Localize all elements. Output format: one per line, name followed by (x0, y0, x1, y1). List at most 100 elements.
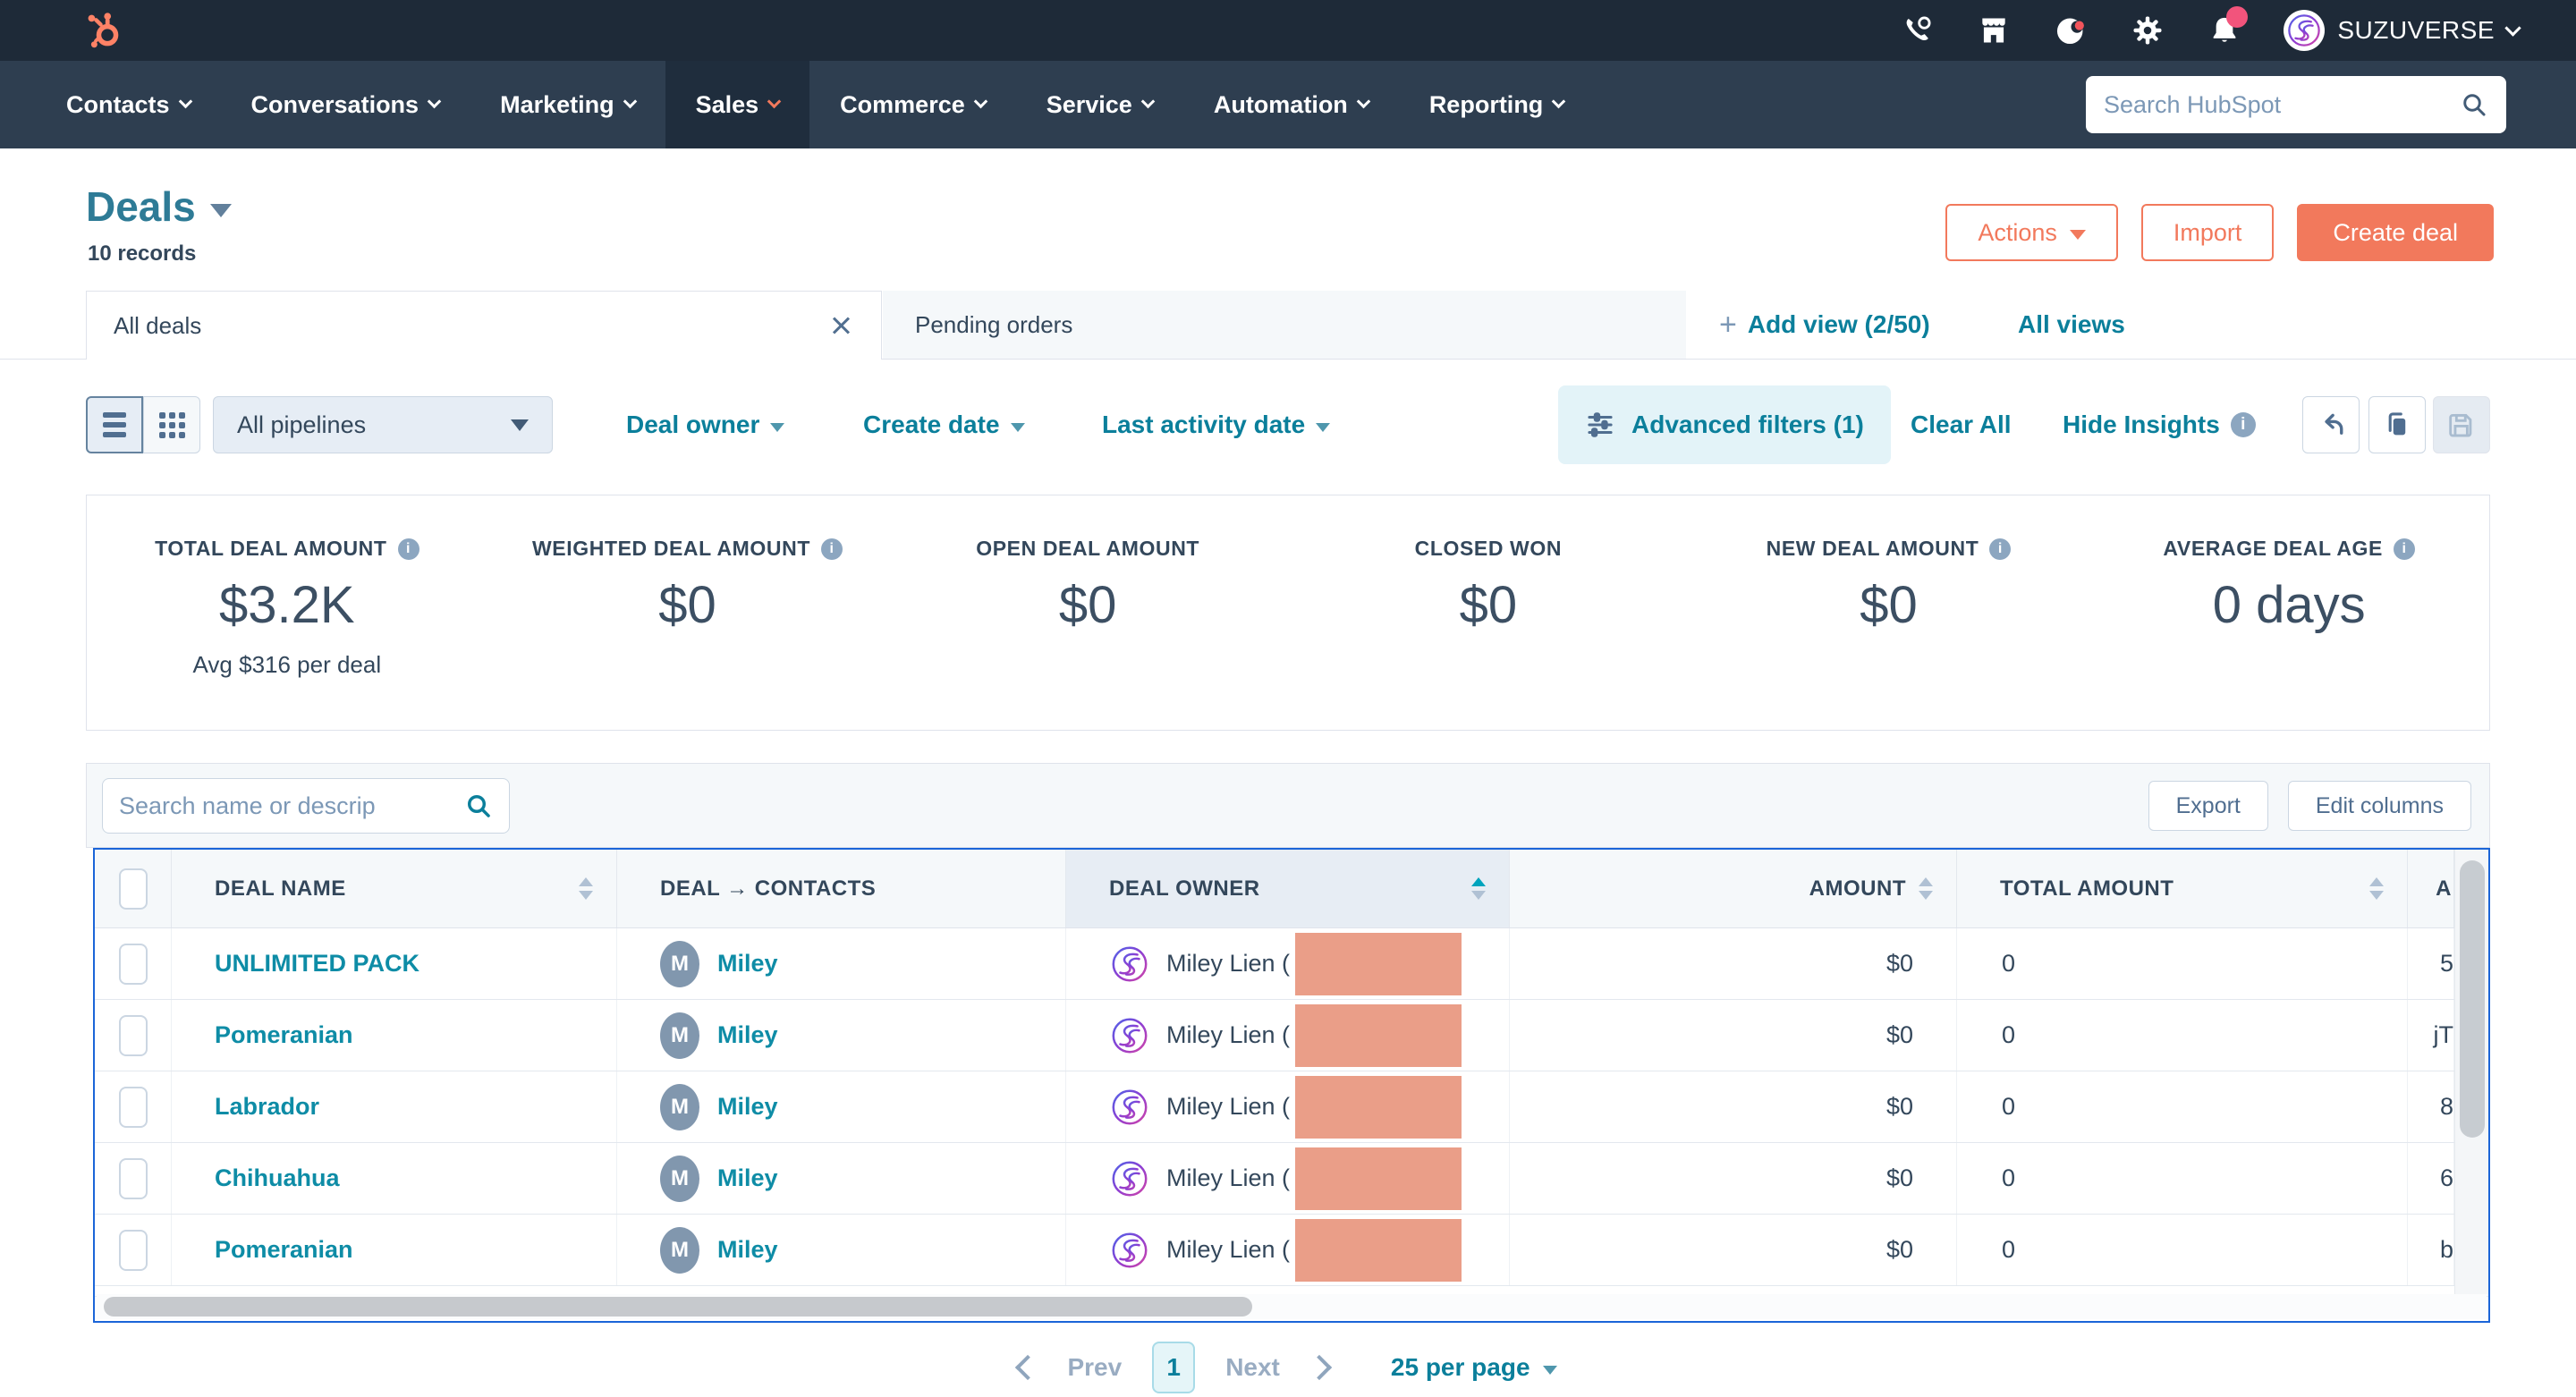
column-header-amount[interactable]: AMOUNT (1510, 850, 1957, 927)
tab-pending-orders[interactable]: Pending orders (883, 291, 1686, 359)
row-checkbox[interactable] (119, 944, 148, 985)
search-icon[interactable] (2460, 90, 2488, 119)
contact-link[interactable]: Miley (717, 1021, 778, 1049)
all-views-link[interactable]: All views (2018, 291, 2125, 359)
info-icon[interactable] (2394, 538, 2415, 560)
contact-avatar: M (660, 1227, 699, 1274)
chevron-left-icon[interactable] (1015, 1355, 1040, 1380)
global-search-input[interactable] (2104, 91, 2460, 119)
stat-value: 0 days (2089, 575, 2489, 635)
page-title-row: Deals (86, 182, 232, 231)
nav-item-commerce[interactable]: Commerce (809, 61, 1016, 148)
nav-item-reporting[interactable]: Reporting (1399, 61, 1595, 148)
deal-owner-filter[interactable]: Deal owner (626, 383, 784, 467)
account-menu[interactable]: SUZUVERSE (2284, 10, 2519, 51)
board-view-button[interactable] (143, 396, 200, 453)
nav-item-contacts[interactable]: Contacts (36, 61, 221, 148)
edit-columns-button[interactable]: Edit columns (2288, 781, 2471, 831)
row-checkbox[interactable] (119, 1087, 148, 1128)
select-all-checkbox[interactable] (119, 868, 148, 910)
chevron-right-icon[interactable] (1307, 1355, 1332, 1380)
pagination: Prev 1 Next 25 per page (0, 1340, 2576, 1395)
header-buttons: Actions Import Create deal (1945, 204, 2494, 261)
column-header-total-amount[interactable]: TOTAL AMOUNT (1957, 850, 2408, 927)
deal-name-link[interactable]: Chihuahua (215, 1164, 340, 1192)
row-select-cell (95, 928, 172, 999)
next-button[interactable]: Next (1225, 1353, 1280, 1382)
truncated-cell: b (2408, 1215, 2454, 1285)
prev-button[interactable]: Prev (1067, 1353, 1122, 1382)
marketplace-icon[interactable] (1976, 13, 2012, 48)
title-caret-icon[interactable] (210, 204, 232, 217)
info-icon[interactable] (398, 538, 419, 560)
vertical-scrollbar-thumb[interactable] (2460, 860, 2485, 1138)
row-checkbox[interactable] (119, 1158, 148, 1199)
total-amount-cell: 0 (1957, 1000, 2408, 1071)
stat-closed-won: CLOSED WON $0 (1288, 495, 1689, 730)
export-button[interactable]: Export (2148, 781, 2268, 831)
table-header-row: DEAL NAME DEAL → CONTACTS DEAL OWNER AMO… (95, 850, 2488, 928)
row-select-cell (95, 1215, 172, 1285)
pipeline-select[interactable]: All pipelines (213, 396, 553, 453)
column-header-deal-contacts[interactable]: DEAL → CONTACTS (617, 850, 1066, 927)
last-activity-date-filter[interactable]: Last activity date (1102, 383, 1330, 467)
view-mode-toggle (86, 396, 200, 453)
horizontal-scrollbar (97, 1294, 2487, 1319)
column-header-deal-name[interactable]: DEAL NAME (172, 850, 617, 927)
row-checkbox[interactable] (119, 1015, 148, 1056)
column-header-deal-owner[interactable]: DEAL OWNER (1066, 850, 1510, 927)
owner-avatar (1109, 1015, 1150, 1056)
contact-link[interactable]: Miley (717, 1236, 778, 1264)
search-icon[interactable] (464, 792, 493, 820)
nav-item-marketing[interactable]: Marketing (470, 61, 665, 148)
truncated-cell: 6 (2408, 1143, 2454, 1214)
table-row: Pomeranian M Miley (95, 1215, 2488, 1286)
deal-name-link[interactable]: Labrador (215, 1093, 319, 1121)
advanced-filters-button[interactable]: Advanced filters (1) (1558, 385, 1891, 464)
create-date-filter[interactable]: Create date (863, 383, 1025, 467)
redaction-block (1295, 1147, 1462, 1210)
redaction-block (1295, 1076, 1462, 1139)
save-view-button[interactable] (2433, 396, 2490, 453)
contact-avatar: M (660, 941, 699, 987)
hide-insights-link[interactable]: Hide Insights (2063, 383, 2256, 467)
row-select-cell (95, 1143, 172, 1214)
undo-icon (2316, 410, 2346, 440)
nav-item-conversations[interactable]: Conversations (221, 61, 470, 148)
tab-all-deals[interactable]: All deals (86, 291, 882, 360)
contact-link[interactable]: Miley (717, 1093, 778, 1121)
sort-arrows-icon (566, 877, 593, 900)
deal-name-link[interactable]: Pomeranian (215, 1021, 353, 1049)
undo-button[interactable] (2302, 396, 2360, 453)
add-view-link[interactable]: + Add view (2/50) (1719, 291, 1930, 359)
calls-icon[interactable] (1899, 13, 1935, 48)
horizontal-scrollbar-thumb[interactable] (104, 1297, 1252, 1317)
contact-link[interactable]: Miley (717, 1164, 778, 1192)
owner-name: Miley Lien ( (1166, 1021, 1290, 1049)
create-deal-button[interactable]: Create deal (2297, 204, 2494, 261)
column-header-truncated[interactable]: A (2408, 850, 2454, 927)
info-icon[interactable] (821, 538, 843, 560)
nav-item-automation[interactable]: Automation (1183, 61, 1399, 148)
settings-gear-icon[interactable] (2130, 13, 2165, 48)
nav-item-service[interactable]: Service (1016, 61, 1183, 148)
notifications-bell-icon[interactable] (2207, 13, 2242, 48)
nav-item-sales[interactable]: Sales (665, 61, 810, 148)
contact-link[interactable]: Miley (717, 950, 778, 978)
copy-view-button[interactable] (2368, 396, 2426, 453)
deal-name-link[interactable]: Pomeranian (215, 1236, 353, 1264)
list-view-button[interactable] (86, 396, 143, 453)
info-icon[interactable] (1989, 538, 2011, 560)
current-page-button[interactable]: 1 (1152, 1342, 1195, 1393)
import-button[interactable]: Import (2141, 204, 2275, 261)
actions-button[interactable]: Actions (1945, 204, 2118, 261)
truncated-cell: 5 (2408, 928, 2454, 999)
row-checkbox[interactable] (119, 1230, 148, 1271)
table-search-input[interactable] (119, 792, 464, 820)
hubspot-logo-icon[interactable] (84, 11, 123, 50)
close-tab-icon[interactable] (827, 312, 854, 339)
deal-name-link[interactable]: UNLIMITED PACK (215, 950, 419, 978)
clear-all-link[interactable]: Clear All (1911, 383, 2012, 467)
help-icon[interactable] (2053, 13, 2089, 48)
per-page-select[interactable]: 25 per page (1391, 1353, 1557, 1382)
